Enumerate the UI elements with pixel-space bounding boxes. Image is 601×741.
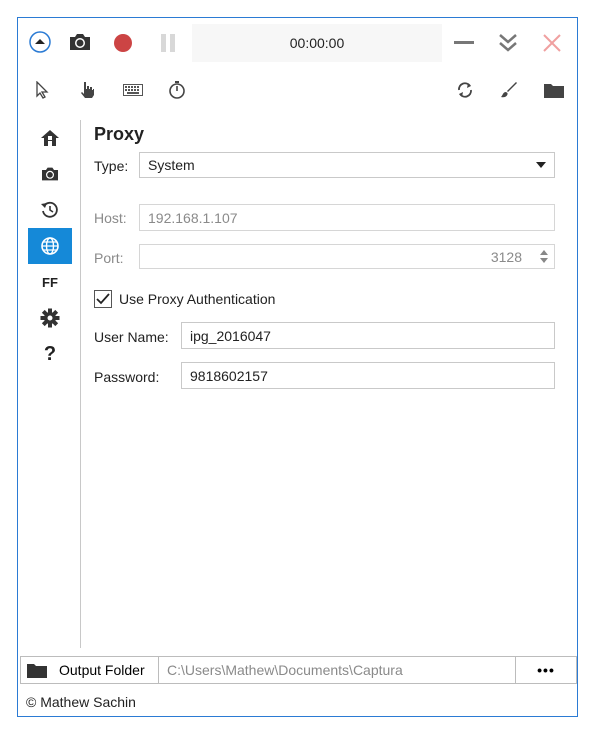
keyboard-icon[interactable] (120, 78, 146, 102)
username-label: User Name: (94, 329, 169, 345)
click-hand-icon[interactable] (74, 78, 100, 102)
camera-icon[interactable] (66, 28, 94, 56)
host-input[interactable]: 192.168.1.107 (139, 204, 555, 231)
output-folder-label: Output Folder (59, 662, 145, 678)
type-dropdown[interactable]: System (139, 152, 555, 178)
more-options-button[interactable]: ••• (515, 656, 577, 684)
sidebar-item-home[interactable] (28, 120, 72, 156)
spin-down-icon (540, 258, 548, 263)
history-icon (41, 201, 58, 218)
sidebar-item-history[interactable] (28, 192, 72, 228)
app-window: 00:00:00 FF ? Proxy Type: System Host: 1… (17, 17, 578, 717)
home-icon (41, 130, 59, 146)
refresh-icon[interactable] (452, 78, 478, 102)
help-icon: ? (43, 342, 57, 365)
username-input[interactable]: ipg_2016047 (181, 322, 555, 349)
sidebar-item-settings[interactable] (28, 300, 72, 336)
type-selected-value: System (148, 157, 195, 173)
port-spinner[interactable] (534, 245, 554, 268)
copyright-text: © Mathew Sachin (26, 694, 136, 710)
type-label: Type: (94, 158, 129, 174)
use-proxy-auth-checkbox[interactable] (94, 290, 112, 308)
port-stepper[interactable]: 3128 (139, 244, 555, 269)
password-label: Password: (94, 369, 160, 385)
collapse-down-button[interactable] (494, 30, 522, 56)
proxy-panel: Proxy Type: System Host: 192.168.1.107 P… (94, 118, 564, 638)
sidebar: FF ? (18, 118, 80, 648)
collapse-up-icon[interactable] (28, 30, 52, 54)
port-label: Port: (94, 250, 124, 266)
host-label: Host: (94, 210, 127, 226)
page-title: Proxy (94, 124, 145, 144)
minimize-icon (454, 41, 474, 44)
output-folder-bar: Output Folder C:\Users\Mathew\Documents\… (20, 656, 577, 684)
sidebar-divider (80, 120, 81, 648)
sidebar-item-proxy[interactable] (28, 228, 72, 264)
use-proxy-auth-label: Use Proxy Authentication (119, 291, 276, 307)
timer-display: 00:00:00 (192, 24, 442, 62)
minimize-button[interactable] (450, 30, 478, 56)
sidebar-item-ffmpeg[interactable]: FF (28, 264, 72, 300)
pause-button[interactable] (156, 30, 180, 56)
close-icon (543, 34, 561, 52)
gear-icon (40, 308, 60, 328)
title-bar: 00:00:00 (18, 18, 577, 70)
stopwatch-icon[interactable] (164, 78, 190, 102)
password-input[interactable]: 9818602157 (181, 362, 555, 389)
record-icon (114, 34, 132, 52)
camera-icon (42, 167, 58, 181)
double-chevron-down-icon (499, 34, 517, 52)
toolbar (18, 70, 577, 112)
folder-icon[interactable] (540, 78, 568, 102)
folder-icon (27, 664, 47, 678)
port-value: 3128 (490, 248, 522, 265)
cursor-icon[interactable] (30, 78, 54, 102)
sidebar-item-screenshot[interactable] (28, 156, 72, 192)
pause-icon (161, 34, 175, 52)
globe-icon (41, 237, 59, 255)
use-proxy-auth-row[interactable]: Use Proxy Authentication (94, 290, 275, 308)
record-button[interactable] (110, 30, 136, 56)
spin-up-icon (540, 250, 548, 255)
close-button[interactable] (538, 30, 566, 56)
sidebar-item-help[interactable]: ? (28, 336, 72, 372)
checkmark-icon (96, 293, 110, 305)
output-path-field[interactable]: C:\Users\Mathew\Documents\Captura (158, 656, 516, 684)
output-folder-button[interactable]: Output Folder (20, 656, 159, 684)
chevron-down-icon (536, 162, 546, 168)
brush-icon[interactable] (496, 78, 522, 102)
